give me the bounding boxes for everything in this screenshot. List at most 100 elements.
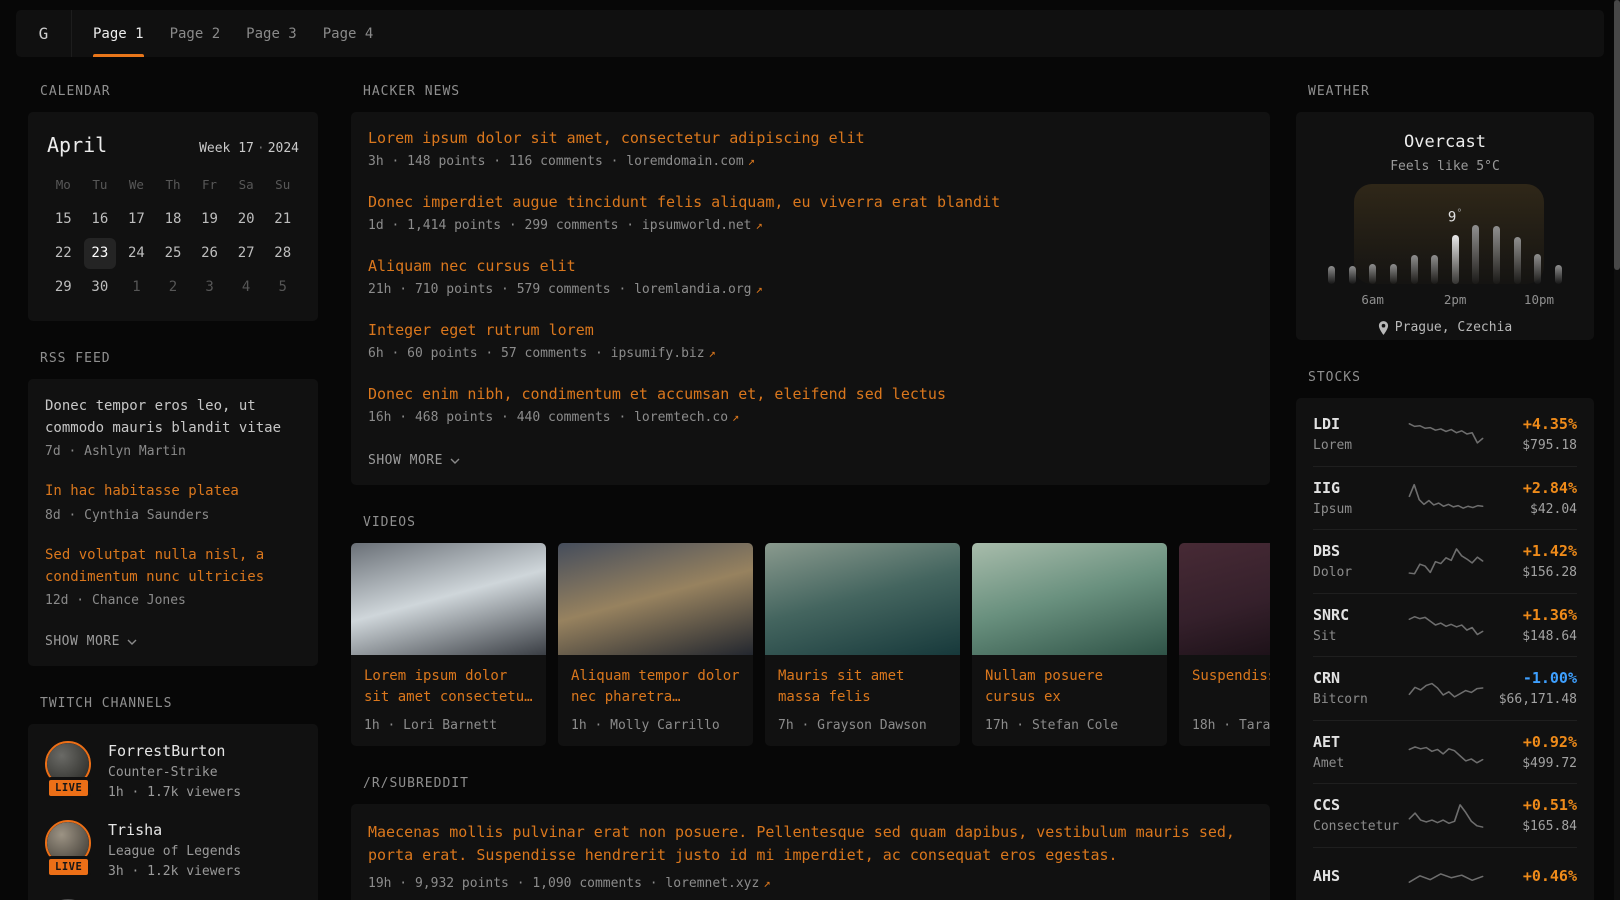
stock-symbol[interactable]: LDI [1313,415,1405,433]
stock-symbol[interactable]: IIG [1313,479,1405,497]
hackernews-widget: Lorem ipsum dolor sit amet, consectetur … [351,112,1270,485]
calendar-day[interactable]: 30 [84,272,117,303]
video-card[interactable]: Nullam posuere cursus ex 17h · Stefan Co… [972,543,1167,746]
stock-symbol[interactable]: AET [1313,733,1405,751]
rss-item-title[interactable]: Sed volutpat nulla nisl, a condimentum n… [45,545,301,588]
calendar-day[interactable]: 18 [157,204,190,235]
stock-sparkline [1405,670,1487,706]
calendar-day[interactable]: 24 [120,238,153,269]
channel-name[interactable]: Trisha [108,821,241,839]
stock-row[interactable]: SNRCSit +1.36%$148.64 [1313,593,1577,657]
right-column: WEATHER Overcast Feels like 5°C 9° 6am 2… [1296,76,1594,900]
calendar-day[interactable]: 23 [84,238,117,269]
tab-page-1[interactable]: Page 1 [80,10,157,57]
stock-row[interactable]: DBSDolor +1.42%$156.28 [1313,529,1577,593]
location-pin-icon [1378,321,1389,335]
channel-viewers: 1h · 1.7k viewers [108,785,241,800]
stock-row[interactable]: IIGIpsum +2.84%$42.04 [1313,466,1577,530]
stock-sparkline [1405,480,1487,516]
video-card[interactable]: Aliquam tempor dolor nec pharetra… 1h · … [558,543,753,746]
calendar-day[interactable]: 19 [193,204,226,235]
calendar-day[interactable]: 21 [266,204,299,235]
current-temp-label: 9° [1448,208,1462,226]
calendar-day[interactable]: 28 [266,238,299,269]
calendar-day[interactable]: 17 [120,204,153,235]
hn-item-title[interactable]: Donec enim nibh, condimentum et accumsan… [368,385,1253,403]
hn-item-title[interactable]: Integer eget rutrum lorem [368,321,1253,339]
external-link-icon[interactable]: ↗ [752,218,763,232]
video-card[interactable]: Mauris sit amet massa felis 7h · Grayson… [765,543,960,746]
twitch-channel[interactable]: LIVE ForrestBurton Counter-Strike 1h · 1… [45,741,301,800]
stock-symbol[interactable]: CCS [1313,796,1405,814]
weather-location[interactable]: Prague, Czechia [1313,320,1577,335]
stock-sparkline [1405,607,1487,643]
rss-item-title[interactable]: Donec tempor eros leo, ut commodo mauris… [45,396,301,439]
stock-row[interactable]: CCSConsectetur +0.51%$165.84 [1313,783,1577,847]
video-thumbnail [351,543,546,655]
tab-page-3[interactable]: Page 3 [233,10,310,57]
rss-item-title[interactable]: In hac habitasse platea [45,481,301,503]
stock-symbol[interactable]: AHS [1313,867,1405,885]
channel-name[interactable]: ForrestBurton [108,742,241,760]
external-link-icon[interactable]: ↗ [752,282,763,296]
video-title[interactable]: Nullam posuere cursus ex [972,655,1167,718]
calendar-day[interactable]: 26 [193,238,226,269]
avatar: LIVE [45,741,95,791]
video-title[interactable]: Lorem ipsum dolor sit amet consectetu… [351,655,546,718]
rss-item-meta: 7d · Ashlyn Martin [45,444,301,459]
stock-name: Ipsum [1313,502,1405,517]
rss-show-more-button[interactable]: SHOW MORE [45,634,137,649]
video-title[interactable]: Mauris sit amet massa felis [765,655,960,718]
stock-sparkline [1405,543,1487,579]
stock-row[interactable]: CRNBitcorn -1.00%$66,171.48 [1313,656,1577,720]
calendar-day[interactable]: 25 [157,238,190,269]
active-tab-underline [93,54,144,57]
video-title[interactable]: Aliquam tempor dolor nec pharetra… [558,655,753,718]
video-title[interactable]: Suspendisse diam [1179,655,1270,718]
hn-item: Lorem ipsum dolor sit amet, consectetur … [368,129,1253,169]
stock-symbol[interactable]: DBS [1313,542,1405,560]
external-link-icon[interactable]: ↗ [744,154,755,168]
calendar-day[interactable]: 16 [84,204,117,235]
calendar-day[interactable]: 20 [230,204,263,235]
tab-page-4[interactable]: Page 4 [310,10,387,57]
external-link-icon[interactable]: ↗ [728,410,739,424]
reddit-post-title[interactable]: Maecenas mollis pulvinar erat non posuer… [368,821,1253,868]
calendar-day[interactable]: 1 [120,272,153,303]
scrollbar-thumb[interactable] [1614,0,1620,270]
stock-row[interactable]: AETAmet +0.92%$499.72 [1313,720,1577,784]
hn-show-more-button[interactable]: SHOW MORE [368,453,460,468]
calendar-day[interactable]: 4 [230,272,263,303]
hn-item-meta: 3h · 148 points · 116 comments · loremdo… [368,154,1253,169]
calendar-day[interactable]: 5 [266,272,299,303]
video-card[interactable]: Suspendisse diam 18h · Tara [1179,543,1270,746]
tab-page-2[interactable]: Page 2 [157,10,234,57]
stock-row[interactable]: LDILorem +4.35%$795.18 [1313,402,1577,466]
calendar-day[interactable]: 15 [47,204,80,235]
stock-sparkline [1405,734,1487,770]
stock-symbol[interactable]: SNRC [1313,606,1405,624]
calendar-day[interactable]: 2 [157,272,190,303]
external-link-icon[interactable]: ↗ [759,876,770,890]
page-scrollbar[interactable] [1614,0,1620,900]
video-card[interactable]: Lorem ipsum dolor sit amet consectetu… 1… [351,543,546,746]
stock-row[interactable]: AHS +0.46% [1313,847,1577,900]
calendar-day[interactable]: 3 [193,272,226,303]
time-label: 2pm [1444,292,1467,307]
stock-name: Sit [1313,629,1405,644]
hn-item-title[interactable]: Lorem ipsum dolor sit amet, consectetur … [368,129,1253,147]
stock-symbol[interactable]: CRN [1313,669,1405,687]
external-link-icon[interactable]: ↗ [705,346,716,360]
twitch-channel[interactable]: LIVE Trisha League of Legends 3h · 1.2k … [45,820,301,879]
temp-bar [1431,255,1438,284]
twitch-section-header: TWITCH CHANNELS [40,696,318,711]
hn-item-title[interactable]: Aliquam nec cursus elit [368,257,1253,275]
calendar-day[interactable]: 27 [230,238,263,269]
calendar-day[interactable]: 29 [47,272,80,303]
stock-sparkline [1405,797,1487,833]
app-logo[interactable]: G [16,10,72,57]
tab-label: Page 3 [246,26,297,42]
calendar-day[interactable]: 22 [47,238,80,269]
hn-item-title[interactable]: Donec imperdiet augue tincidunt felis al… [368,193,1253,211]
stock-change: +1.36% [1487,606,1577,624]
